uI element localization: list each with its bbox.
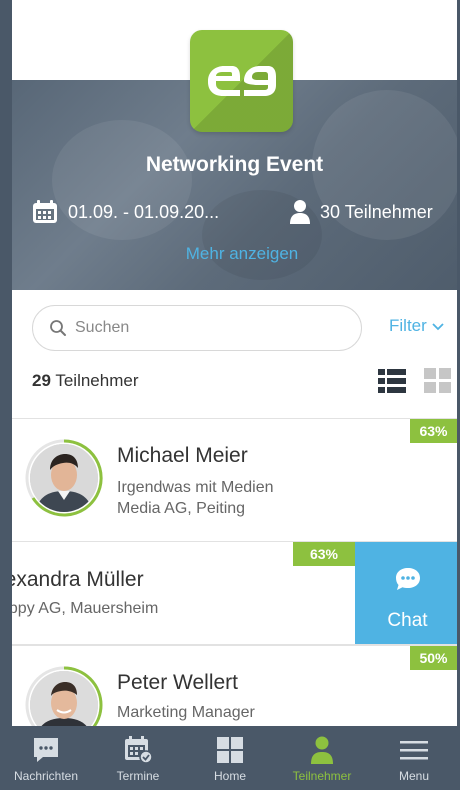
search-input[interactable]: Suchen xyxy=(32,305,362,351)
chat-button[interactable]: Chat xyxy=(355,542,460,644)
match-badge: 50% xyxy=(410,646,457,670)
nav-item-termine[interactable]: Termine xyxy=(92,726,184,790)
participant-company: appy AG, Mauersheim xyxy=(0,600,159,617)
chat-bubble-icon xyxy=(396,568,420,590)
participant-company: Media AG, Peiting xyxy=(117,500,246,517)
participant-title: Irgendwas mit Medien xyxy=(117,479,274,496)
hamburger-icon xyxy=(400,741,428,760)
logo-mark-icon xyxy=(208,66,276,96)
participant-card[interactable]: 63% Michael Meier Irgendwas mit Medien M… xyxy=(12,418,457,541)
list-view-icon[interactable] xyxy=(378,368,406,394)
search-placeholder: Suchen xyxy=(75,319,130,336)
search-icon xyxy=(50,320,66,336)
participant-title: Marketing Manager xyxy=(117,704,255,721)
event-logo xyxy=(190,30,293,132)
nav-label-termine: Termine xyxy=(116,769,160,783)
avatar xyxy=(25,439,103,517)
event-date-text: 01.09. - 01.09.20... xyxy=(68,201,220,222)
nav-item-teilnehmer[interactable]: Teilnehmer xyxy=(276,726,368,790)
participant-name: lexandra Müller xyxy=(0,568,144,591)
event-participants-text: 30 Teilnehmer xyxy=(320,201,433,222)
participant-count-number: 29 xyxy=(32,371,51,390)
nav-label-nachrichten: Nachrichten xyxy=(13,769,79,783)
participant-name: Peter Wellert xyxy=(117,671,238,694)
grid-view-icon[interactable] xyxy=(424,368,452,394)
filter-button[interactable]: Filter xyxy=(389,316,445,336)
person-icon xyxy=(311,736,333,764)
grid-icon xyxy=(217,737,243,763)
calendar-icon xyxy=(125,736,153,764)
participant-count: 29 Teilnehmer xyxy=(32,371,139,391)
bottom-navigation: Nachrichten Termine Home Teilnehmer Menu xyxy=(0,726,460,790)
avatar xyxy=(25,666,103,727)
participant-card[interactable]: 50% Peter Wellert Marketing Manager xyxy=(12,645,457,727)
nav-label-home: Home xyxy=(213,769,246,783)
participant-name: Michael Meier xyxy=(117,444,248,467)
chat-bubble-icon xyxy=(34,738,58,762)
nav-item-home[interactable]: Home xyxy=(184,726,276,790)
event-title: Networking Event xyxy=(145,153,324,176)
filter-label: Filter xyxy=(389,316,427,335)
event-date: 01.09. - 01.09.20... xyxy=(32,200,219,224)
app-screen: Networking Event 01.09. - 01.09.20... 30… xyxy=(0,0,460,790)
chat-button-label: Chat xyxy=(387,610,428,631)
calendar-icon xyxy=(33,200,57,223)
avatar-photo xyxy=(30,444,98,512)
participant-count-label: Teilnehmer xyxy=(50,371,139,390)
nav-item-nachrichten[interactable]: Nachrichten xyxy=(0,726,92,790)
nav-label-menu: Menu xyxy=(398,769,430,783)
frame-edge-left xyxy=(0,0,12,790)
match-badge: 63% xyxy=(410,419,457,443)
person-icon xyxy=(290,200,310,224)
event-participants: 30 Teilnehmer xyxy=(290,200,433,224)
participant-card-swiped[interactable]: 63% lexandra Müller appy AG, Mauersheim … xyxy=(0,541,460,645)
chevron-down-icon xyxy=(432,323,444,331)
show-more-link[interactable]: Mehr anzeigen xyxy=(12,244,460,264)
nav-item-menu[interactable]: Menu xyxy=(368,726,460,790)
nav-label-teilnehmer: Teilnehmer xyxy=(292,769,352,783)
match-badge: 63% xyxy=(293,542,355,566)
